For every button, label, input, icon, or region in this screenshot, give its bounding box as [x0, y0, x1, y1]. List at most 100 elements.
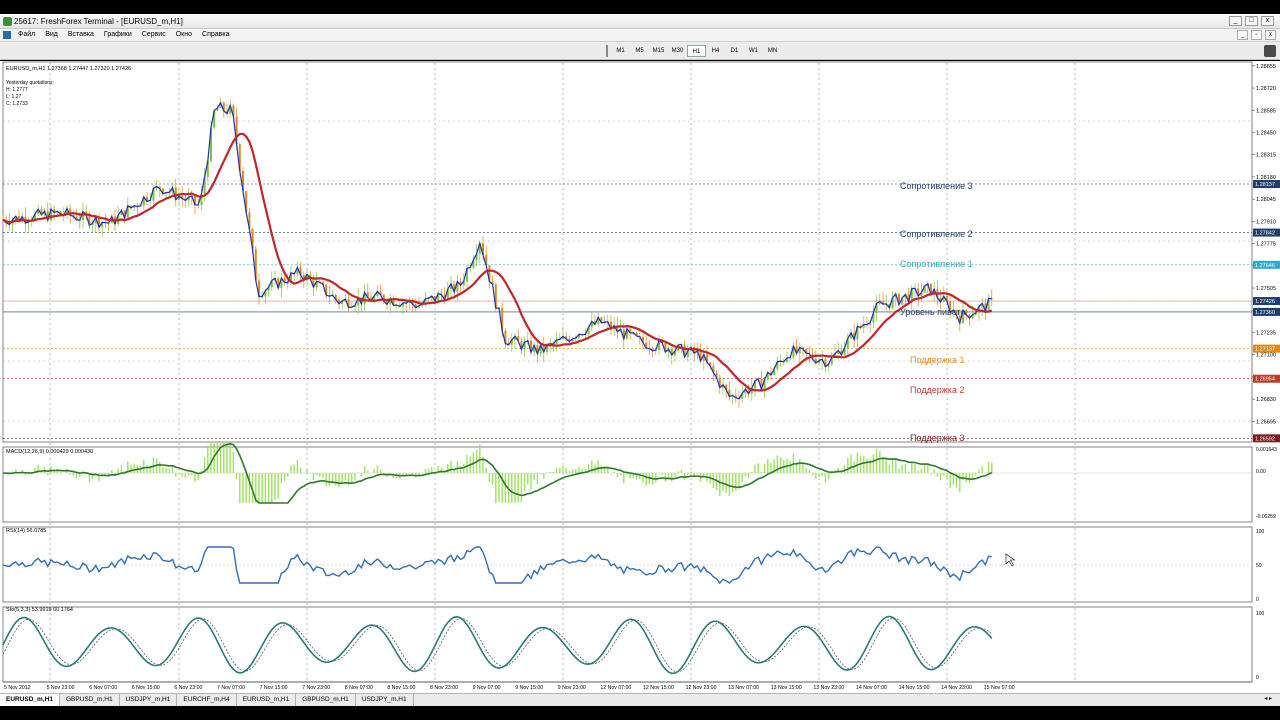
yesterday-quote: Yesterday quotations:	[6, 80, 54, 86]
toolbar: M1 M5 M15 M30 H1 H4 D1 W1 MN	[0, 42, 1280, 60]
title-bar: 25617: FreshForex Terminal - [EURUSD_m,H…	[0, 14, 1280, 29]
tab-scroll-arrows[interactable]: ◂ ▸	[1264, 695, 1272, 702]
macd-tick: 0.00	[1256, 469, 1266, 475]
menu-item[interactable]: Файл	[18, 31, 35, 38]
screen-bottom-strip	[0, 706, 1280, 720]
macd-signal-line	[2, 442, 993, 504]
mdi-close-button[interactable]: x	[1265, 30, 1276, 40]
timeframe-button-h1[interactable]: H1	[687, 45, 706, 57]
maximize-button[interactable]: □	[1245, 16, 1258, 26]
chart-tab[interactable]: EURCHF_m,H4	[177, 694, 237, 706]
chart-tab[interactable]: USDJPY_m,H1	[356, 694, 414, 706]
time-axis-label: 6 Nov 15:00	[132, 685, 160, 691]
menu-item[interactable]: Вид	[45, 31, 58, 38]
time-axis-label: 9 Nov 23:00	[558, 685, 586, 691]
price-tag-label: 1.26954	[1255, 377, 1275, 383]
window-title: 25617: FreshForex Terminal - [EURUSD_m,H…	[14, 17, 183, 26]
price-tag-label: 1.27137	[1255, 347, 1275, 353]
menu-item[interactable]: Окно	[176, 31, 192, 38]
time-axis-label: 8 Nov 15:00	[387, 685, 415, 691]
level-label: Поддержка 1	[910, 355, 964, 365]
price-tick-label: 1.28855	[1256, 64, 1276, 70]
chart-tab[interactable]: EURUSD_m,H1	[237, 694, 297, 706]
price-tick-label: 1.27100	[1256, 353, 1276, 359]
time-axis-label: 12 Nov 07:00	[600, 685, 631, 691]
macd-panel-frame	[2, 446, 1253, 523]
minimize-button[interactable]: _	[1229, 16, 1242, 26]
timeframe-button-m1[interactable]: M1	[611, 45, 630, 57]
level-label: Сопротивление 3	[900, 181, 973, 191]
price-tick-label: 1.28720	[1256, 86, 1276, 92]
close-line	[2, 101, 992, 400]
chart-tab[interactable]: GBPUSD_m,H1	[296, 694, 356, 706]
price-tag-label: 1.27360	[1255, 310, 1275, 316]
yesterday-quote: L: 1.27	[6, 94, 22, 100]
time-axis-label: 12 Nov 15:00	[643, 685, 674, 691]
menu-bar: Файл Вид Вставка Графики Сервис Окно Справка _…	[0, 29, 1280, 42]
timeframe-button-d1[interactable]: D1	[725, 45, 744, 57]
chart-window-icon	[3, 31, 11, 39]
time-axis-label: 5 Nov 23:00	[47, 685, 75, 691]
menu-item[interactable]: Графики	[104, 31, 132, 38]
price-tick-label: 1.27505	[1256, 286, 1276, 292]
chart-tab[interactable]: EURUSD_m,H1	[0, 694, 60, 706]
chart-tab[interactable]: USDJPY_m,H1	[120, 694, 178, 706]
time-axis-label: 8 Nov 07:00	[345, 685, 373, 691]
price-tag-label: 1.27842	[1255, 231, 1275, 237]
yesterday-quote: C: 1.2733	[6, 101, 28, 107]
price-tick-label: 1.28315	[1256, 153, 1276, 159]
rsi-tick: 50	[1256, 563, 1262, 569]
timeframe-button-h4[interactable]: H4	[706, 45, 725, 57]
rsi-panel-frame	[2, 526, 1253, 603]
price-tick-label: 1.28045	[1256, 197, 1276, 203]
price-tag-label: 1.27646	[1255, 263, 1275, 269]
rsi-tick: 100	[1256, 529, 1265, 535]
price-tick-label: 1.26695	[1256, 419, 1276, 425]
timeframe-button-mn[interactable]: MN	[763, 45, 782, 57]
level-label: Поддержка 2	[910, 385, 964, 395]
chart-tab[interactable]: GBPUSD_m,H1	[60, 694, 120, 706]
time-axis-label: 15 Nov 07:00	[984, 685, 1015, 691]
price-tick-label: 1.27775	[1256, 242, 1276, 248]
menu-item[interactable]: Сервис	[142, 31, 166, 38]
yesterday-quote: H: 1.2777	[6, 87, 28, 93]
sto-panel-frame	[2, 606, 1253, 683]
screen-top-strip	[0, 0, 1280, 14]
settings-icon[interactable]	[1264, 45, 1276, 57]
time-axis-label: 7 Nov 07:00	[217, 685, 245, 691]
macd-label: MACD(12,26,9) 0.000429 0.000430	[6, 449, 93, 455]
mdi-minimize-button[interactable]: _	[1237, 30, 1248, 40]
timeframe-button-m5[interactable]: M5	[630, 45, 649, 57]
time-axis-label: 9 Nov 07:00	[473, 685, 501, 691]
macd-tick: 0.001643	[1256, 447, 1277, 453]
level-label: Сопротивление 2	[900, 229, 973, 239]
chart-area[interactable]: 1.28855 1.28720 1.28585 1.28450 1.28315 1.281…	[0, 61, 1280, 693]
price-tick-label: 1.27910	[1256, 219, 1276, 225]
mdi-restore-button[interactable]: ▫	[1251, 30, 1262, 40]
rsi-tick: 0	[1256, 597, 1259, 603]
time-axis-label: 5 Nov 2012	[4, 685, 31, 691]
menu-item[interactable]: Вставка	[68, 31, 94, 38]
menu-item[interactable]: Справка	[202, 31, 229, 38]
price-tick-label: 1.27235	[1256, 330, 1276, 336]
level-label: Сопротивление 1	[900, 259, 973, 269]
price-tag-label: 1.28137	[1255, 182, 1275, 188]
time-axis-label: 12 Nov 23:00	[686, 685, 717, 691]
time-axis-label: 7 Nov 15:00	[260, 685, 288, 691]
close-button[interactable]: x	[1261, 16, 1274, 26]
price-tick-label: 1.28585	[1256, 108, 1276, 114]
timeframe-button-w1[interactable]: W1	[744, 45, 763, 57]
timeframe-button-m15[interactable]: M15	[649, 45, 668, 57]
price-tag-label: 1.27426	[1255, 299, 1275, 305]
price-tag-label: 1.26592	[1255, 436, 1275, 442]
main-panel-frame	[2, 61, 1253, 443]
time-axis-label: 6 Nov 23:00	[174, 685, 202, 691]
mouse-cursor-icon	[1005, 553, 1016, 567]
price-chart[interactable]: 1.28855 1.28720 1.28585 1.28450 1.28315 1.281…	[0, 61, 1280, 693]
time-axis-label: 14 Nov 15:00	[899, 685, 930, 691]
chart-tabs: ◂ ▸ EURUSD_m,H1 GBPUSD_m,H1 USDJPY_m,H1 EUR…	[0, 693, 1280, 706]
time-axis-label: 13 Nov 07:00	[728, 685, 759, 691]
timeframe-button-m30[interactable]: M30	[668, 45, 687, 57]
time-axis-label: 7 Nov 23:00	[302, 685, 330, 691]
time-axis-label: 13 Nov 15:00	[771, 685, 802, 691]
